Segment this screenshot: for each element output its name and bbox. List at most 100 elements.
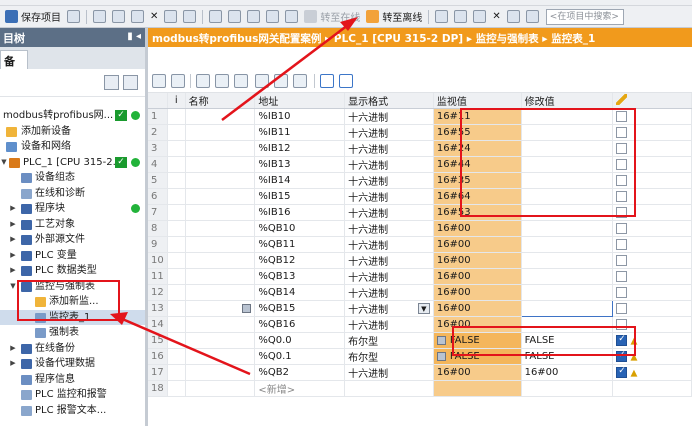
tree-item-add-watch-table[interactable]: 添加新监... [0, 294, 145, 310]
modify-value-cell[interactable] [521, 140, 614, 157]
modify-flag-cell[interactable] [612, 380, 692, 397]
disable-peripheral-icon[interactable] [274, 74, 288, 88]
tree-item-online-backups[interactable]: ▶ 在线备份 [0, 341, 145, 357]
name-cell[interactable] [185, 204, 256, 221]
save-project-button[interactable]: 保存项目 [2, 8, 64, 26]
modify-value-input[interactable] [520, 300, 614, 317]
modify-checkbox[interactable] [616, 334, 628, 346]
name-cell[interactable] [185, 380, 256, 397]
modify-flag-cell[interactable] [612, 124, 692, 141]
modify-flag-cell[interactable] [612, 172, 692, 189]
tree-item-program-info[interactable]: 程序信息 [0, 372, 145, 388]
delete-button[interactable]: ✕ [147, 8, 161, 26]
column-header-name[interactable]: 名称 [185, 93, 256, 109]
modify-value-cell[interactable] [521, 316, 614, 333]
tree-item-device-proxy-data[interactable]: ▶ 设备代理数据 [0, 356, 145, 372]
modify-value-cell[interactable] [521, 172, 614, 189]
tree-item-devices-networks[interactable]: 设备和网络 [0, 139, 145, 155]
table-row[interactable]: 16 %Q0.1布尔型 FALSE FALSE ▲ [148, 348, 692, 365]
modify-checkbox[interactable] [616, 270, 628, 282]
format-cell[interactable]: 十六进制 [344, 140, 434, 157]
tree-item-plc-tags[interactable]: ▶ PLC 变量 [0, 248, 145, 264]
table-row[interactable]: 4 %IB13 十六进制 16#44 [148, 156, 692, 173]
upload-icon[interactable] [266, 10, 280, 23]
column-header-address[interactable]: 地址 [254, 93, 346, 109]
tree-item-force-table[interactable]: 强制表 [0, 325, 145, 341]
modify-flag-cell[interactable] [612, 300, 692, 317]
compile-icon[interactable] [228, 10, 242, 23]
tree-item-watch-table-1[interactable]: 监控表_1 [0, 309, 145, 325]
modify-value-cell[interactable] [521, 236, 614, 253]
modify-now-icon[interactable] [196, 74, 210, 88]
expand-arrow-icon[interactable]: ▶ [9, 341, 17, 357]
format-cell[interactable]: 十六进制 [344, 252, 434, 269]
modify-checkbox[interactable] [616, 142, 628, 154]
address-cell[interactable]: %IB14 [254, 172, 346, 189]
table-row[interactable]: 2 %IB11 十六进制 16#55 [148, 124, 692, 141]
format-cell[interactable]: 十六进制 [344, 188, 434, 205]
name-cell[interactable] [185, 236, 256, 253]
name-cell[interactable] [185, 332, 256, 349]
go-offline-button[interactable]: 转至离线 [363, 8, 425, 26]
modify-flag-cell[interactable] [612, 220, 692, 237]
expand-arrow-icon[interactable]: ▶ [9, 263, 17, 279]
address-cell[interactable]: %IB13 [254, 156, 346, 173]
address-cell[interactable]: %QB12 [254, 252, 346, 269]
table-row[interactable]: 12 %QB14 十六进制 16#00 [148, 284, 692, 301]
tree-item-device-config[interactable]: 设备组态 [0, 170, 145, 186]
print-icon[interactable] [67, 10, 80, 23]
expand-arrow-icon[interactable]: ▼ [9, 279, 17, 295]
modify-value-cell[interactable] [521, 380, 614, 397]
table-row[interactable]: 8 %QB10 十六进制 16#00 [148, 220, 692, 237]
modify-checkbox[interactable] [616, 174, 628, 186]
modify-value-cell[interactable] [521, 220, 614, 237]
modify-value-cell[interactable]: FALSE [521, 348, 614, 365]
format-cell[interactable]: 十六进制 [344, 108, 434, 125]
accessible-devices-icon[interactable] [435, 10, 449, 23]
format-cell[interactable]: 十六进制 [344, 236, 434, 253]
modify-flag-cell[interactable]: ▲ [612, 364, 692, 381]
name-cell[interactable] [185, 300, 256, 317]
insert-row-icon[interactable] [152, 74, 166, 88]
format-cell[interactable] [344, 380, 434, 397]
expand-arrow-icon[interactable]: ▶ [9, 217, 17, 233]
table-row[interactable]: 14 %QB16 十六进制 16#00 [148, 316, 692, 333]
cut-icon[interactable] [93, 10, 106, 23]
modify-flag-cell[interactable] [612, 156, 692, 173]
start-cpu-icon[interactable] [454, 10, 468, 23]
format-cell[interactable]: 十六进制 [344, 364, 434, 381]
table-row[interactable]: 5 %IB14 十六进制 16#35 [148, 172, 692, 189]
modify-checkbox[interactable] [616, 206, 628, 218]
modify-checkbox[interactable] [616, 222, 628, 234]
modify-flag-cell[interactable]: ▲ [612, 332, 692, 349]
go-online-button[interactable]: 转至在线 [301, 8, 363, 26]
name-cell[interactable] [185, 108, 256, 125]
address-cell[interactable]: %QB11 [254, 236, 346, 253]
overview-icon[interactable] [104, 75, 119, 90]
format-cell[interactable]: 十六进制 [344, 284, 434, 301]
expand-arrow-icon[interactable]: ▼ [0, 155, 8, 171]
expand-arrow-icon[interactable]: ▶ [9, 356, 17, 372]
expand-arrow-icon[interactable]: ▶ [9, 232, 17, 248]
table-row[interactable]: 15 %Q0.0布尔型 FALSE FALSE ▲ [148, 332, 692, 349]
column-header-modify-value[interactable]: 修改值 [521, 93, 614, 109]
modify-value-cell[interactable] [521, 252, 614, 269]
modify-value-cell[interactable] [521, 204, 614, 221]
modify-flag-cell[interactable] [612, 252, 692, 269]
address-cell[interactable]: %QB14 [254, 284, 346, 301]
name-cell[interactable] [185, 188, 256, 205]
modify-checkbox[interactable] [616, 318, 628, 330]
table-row[interactable]: 9 %QB11 十六进制 16#00 [148, 236, 692, 253]
tree-item-technology-objects[interactable]: ▶ 工艺对象 [0, 217, 145, 233]
modify-checkbox[interactable] [616, 350, 628, 362]
address-cell[interactable]: %QB10 [254, 220, 346, 237]
modify-value-cell[interactable] [521, 284, 614, 301]
modify-flag-cell[interactable] [612, 268, 692, 285]
modify-value-cell[interactable] [521, 156, 614, 173]
tag-list-icon[interactable] [242, 303, 252, 313]
address-cell[interactable]: %QB15 [254, 300, 346, 317]
modify-checkbox[interactable] [616, 286, 628, 298]
name-cell[interactable] [185, 124, 256, 141]
format-cell[interactable]: 十六进制 [344, 204, 434, 221]
redo-icon[interactable] [183, 10, 197, 23]
